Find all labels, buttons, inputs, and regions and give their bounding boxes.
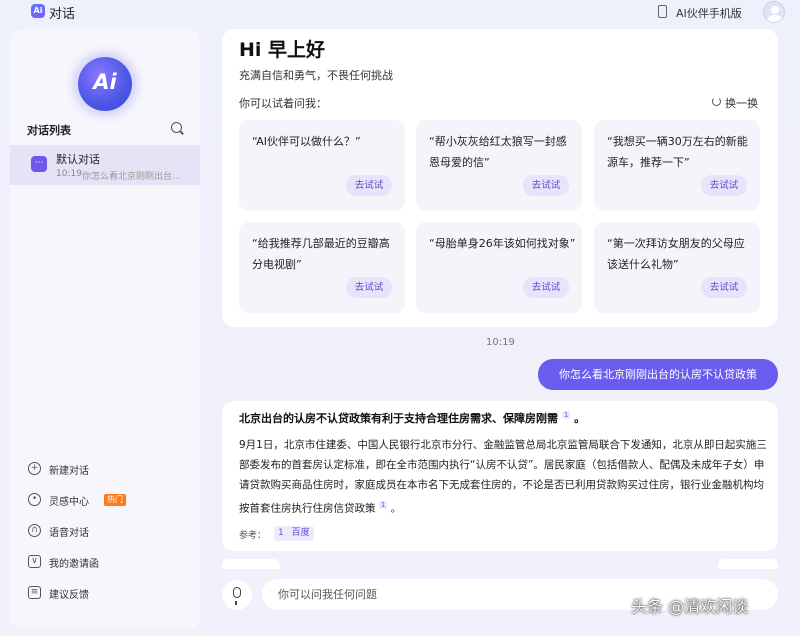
nav-voice-chat[interactable]: ∩ 语音对话 <box>28 521 188 541</box>
nav-feedback-label: 建议反馈 <box>49 590 89 601</box>
try-button[interactable]: 去试试 <box>523 175 569 196</box>
try-button[interactable]: 去试试 <box>346 175 392 196</box>
voice-input-button[interactable] <box>222 580 252 610</box>
partial-action-button[interactable] <box>718 559 778 569</box>
sidebar: Ai 对话列表 ⋯ 默认对话 10:19 你怎么看北京刚刚出台... + 新建对… <box>10 29 200 629</box>
answer-title-text: 北京出台的认房不认贷政策有利于支持合理住房需求、保障房刚需 <box>239 412 558 425</box>
reference-label: 参考： <box>239 531 267 541</box>
answer-title: 北京出台的认房不认贷政策有利于支持合理住房需求、保障房刚需 1 。 <box>239 410 585 426</box>
prompt-text: “帮小灰灰给红太狼写一封感恩母爱的信” <box>429 135 567 169</box>
reference-source: 百度 <box>291 528 310 538</box>
nav-voice-chat-label: 语音对话 <box>49 528 89 539</box>
ai-logo: Ai <box>78 57 132 111</box>
search-icon[interactable] <box>171 122 182 133</box>
prompt-text: “我想买一辆30万左右的新能源车，推荐一下” <box>607 135 748 169</box>
answer-body: 9月1日，北京市住建委、中国人民银行北京市分行、金融监管总局北京监管局联合下发通… <box>239 435 767 519</box>
refresh-icon[interactable] <box>712 97 721 106</box>
nav-invite[interactable]: ∨ 我的邀请函 <box>28 552 188 572</box>
prompt-card[interactable]: “我想买一辆30万左右的新能源车，推荐一下” 去试试 <box>594 120 760 211</box>
nav-new-chat-label: 新建对话 <box>49 466 89 477</box>
partial-action-button[interactable] <box>222 559 280 569</box>
greeting: Hi 早上好 <box>239 39 326 61</box>
user-avatar[interactable] <box>763 1 785 23</box>
conversation-time: 10:19 <box>56 169 82 179</box>
prompt-card[interactable]: “母胎单身26年该如何找对象” 去试试 <box>416 222 582 313</box>
answer-card: 北京出台的认房不认贷政策有利于支持合理住房需求、保障房刚需 1 。 9月1日，北… <box>222 401 778 551</box>
prompt-text: “给我推荐几部最近的豆瓣高分电视剧” <box>252 237 390 271</box>
try-button[interactable]: 去试试 <box>346 277 392 298</box>
try-button[interactable]: 去试试 <box>701 277 747 298</box>
envelope-icon: ∨ <box>28 555 41 568</box>
conversation-title: 默认对话 <box>56 153 100 166</box>
welcome-card: Hi 早上好 充满自信和勇气，不畏任何挑战 你可以试着问我： 换一换 “AI伙伴… <box>222 29 778 327</box>
app-title: 对话 <box>49 7 76 22</box>
top-bar: Ai 对话 AI伙伴手机版 <box>0 0 800 26</box>
watermark: 头条 @清欢闲谈 <box>631 597 749 616</box>
message-timestamp: 10:19 <box>486 337 515 348</box>
user-message-bubble: 你怎么看北京刚刚出台的认房不认贷政策 <box>538 359 778 390</box>
try-asking-label: 你可以试着问我： <box>239 97 327 110</box>
refresh-button[interactable]: 换一换 <box>725 95 758 111</box>
microphone-icon <box>233 587 241 605</box>
mobile-phone-icon[interactable] <box>658 5 667 18</box>
lightbulb-icon: • <box>28 493 41 506</box>
citation-marker[interactable]: 1 <box>561 411 571 420</box>
subgreeting: 充满自信和勇气，不畏任何挑战 <box>239 69 393 82</box>
reference-number: 1 <box>278 528 284 538</box>
prompt-text: “AI伙伴可以做什么？” <box>252 135 361 148</box>
prompt-card[interactable]: “帮小灰灰给红太狼写一封感恩母爱的信” 去试试 <box>416 120 582 211</box>
headphones-icon: ∩ <box>28 524 41 537</box>
conversation-item[interactable]: ⋯ 默认对话 10:19 你怎么看北京刚刚出台... <box>10 145 200 185</box>
app-logo-icon: Ai <box>31 4 45 18</box>
nav-invite-label: 我的邀请函 <box>49 559 99 570</box>
answer-body-text: 9月1日，北京市住建委、中国人民银行北京市分行、金融监管总局北京监管局联合下发通… <box>239 439 767 515</box>
nav-feedback[interactable]: ≡ 建议反馈 <box>28 583 188 603</box>
ai-logo-text: Ai <box>93 70 117 94</box>
nav-new-chat[interactable]: + 新建对话 <box>28 459 188 479</box>
mobile-app-link[interactable]: AI伙伴手机版 <box>676 5 742 21</box>
prompt-card[interactable]: “给我推荐几部最近的豆瓣高分电视剧” 去试试 <box>239 222 405 313</box>
hot-badge: 热门 <box>104 494 126 506</box>
answer-body-end: 。 <box>390 502 402 515</box>
prompt-card[interactable]: “第一次拜访女朋友的父母应该送什么礼物” 去试试 <box>594 222 760 313</box>
prompt-text: “母胎单身26年该如何找对象” <box>429 237 576 250</box>
prompt-text: “第一次拜访女朋友的父母应该送什么礼物” <box>607 237 745 271</box>
nav-inspiration-label: 灵感中心 <box>49 497 89 508</box>
answer-title-end: 。 <box>574 412 586 425</box>
citation-marker[interactable]: 1 <box>378 501 388 509</box>
chat-bubble-icon: ⋯ <box>31 156 47 172</box>
plus-circle-icon: + <box>28 462 41 475</box>
conversation-list-title: 对话列表 <box>27 124 71 137</box>
reference-chip[interactable]: 1 百度 <box>274 526 314 541</box>
try-button[interactable]: 去试试 <box>701 175 747 196</box>
prompt-card[interactable]: “AI伙伴可以做什么？” 去试试 <box>239 120 405 211</box>
conversation-preview: 你怎么看北京刚刚出台... <box>82 172 181 182</box>
try-button[interactable]: 去试试 <box>523 277 569 298</box>
feedback-icon: ≡ <box>28 586 41 599</box>
nav-inspiration[interactable]: • 灵感中心 热门 <box>28 490 188 510</box>
